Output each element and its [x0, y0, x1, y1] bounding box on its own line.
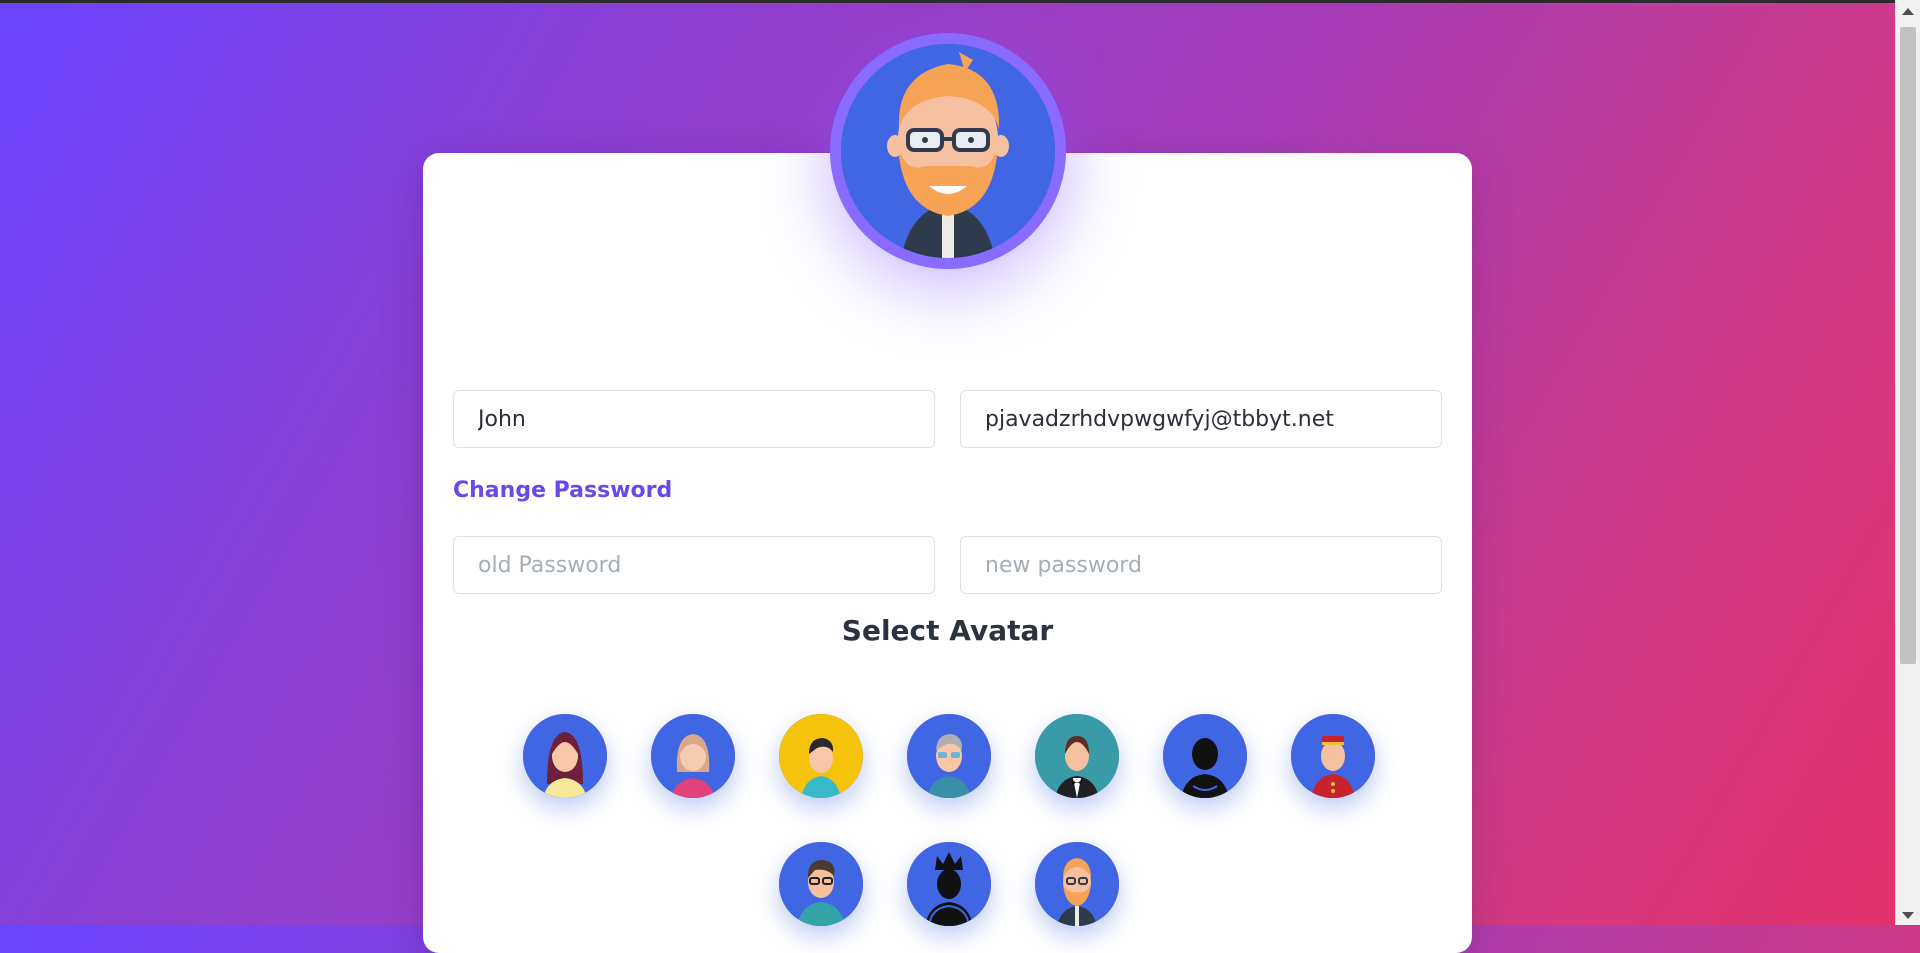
king-silhouette-avatar-icon: [907, 842, 991, 926]
silhouette-man-avatar-icon: [1163, 714, 1247, 798]
vertical-scrollbar[interactable]: [1895, 0, 1920, 925]
select-avatar-heading: Select Avatar: [841, 614, 1054, 647]
avatar-option-2[interactable]: [651, 714, 735, 798]
bearded-man-glasses-icon: [841, 44, 1055, 258]
name-input[interactable]: [453, 390, 935, 448]
scroll-up-arrow-icon[interactable]: [1902, 8, 1914, 15]
old-password-input[interactable]: [453, 536, 935, 594]
avatar-option-1[interactable]: [523, 714, 607, 798]
email-input[interactable]: [960, 390, 1442, 448]
window-top-border: [0, 0, 1920, 3]
avatar-option-4[interactable]: [907, 714, 991, 798]
avatar-option-3[interactable]: [779, 714, 863, 798]
woman-tuxedo-avatar-icon: [1035, 714, 1119, 798]
new-password-input[interactable]: [960, 536, 1442, 594]
man-glasses-avatar-icon: [779, 842, 863, 926]
current-avatar: [830, 33, 1066, 269]
boy-yellow-background-avatar-icon: [779, 714, 863, 798]
man-sunglasses-avatar-icon: [907, 714, 991, 798]
scrollbar-thumb[interactable]: [1900, 27, 1916, 664]
avatar-option-7[interactable]: [1291, 714, 1375, 798]
woman-dark-hair-avatar-icon: [523, 714, 607, 798]
woman-blonde-avatar-icon: [651, 714, 735, 798]
change-password-link[interactable]: Change Password: [453, 478, 672, 503]
avatar-option-10[interactable]: [1035, 842, 1119, 926]
scroll-down-arrow-icon[interactable]: [1902, 912, 1914, 919]
bearded-man-glasses-avatar-icon: [1035, 842, 1119, 926]
avatar-option-9[interactable]: [907, 842, 991, 926]
avatar-option-5[interactable]: [1035, 714, 1119, 798]
avatar-option-6[interactable]: [1163, 714, 1247, 798]
avatar-option-8[interactable]: [779, 842, 863, 926]
bellhop-avatar-icon: [1291, 714, 1375, 798]
